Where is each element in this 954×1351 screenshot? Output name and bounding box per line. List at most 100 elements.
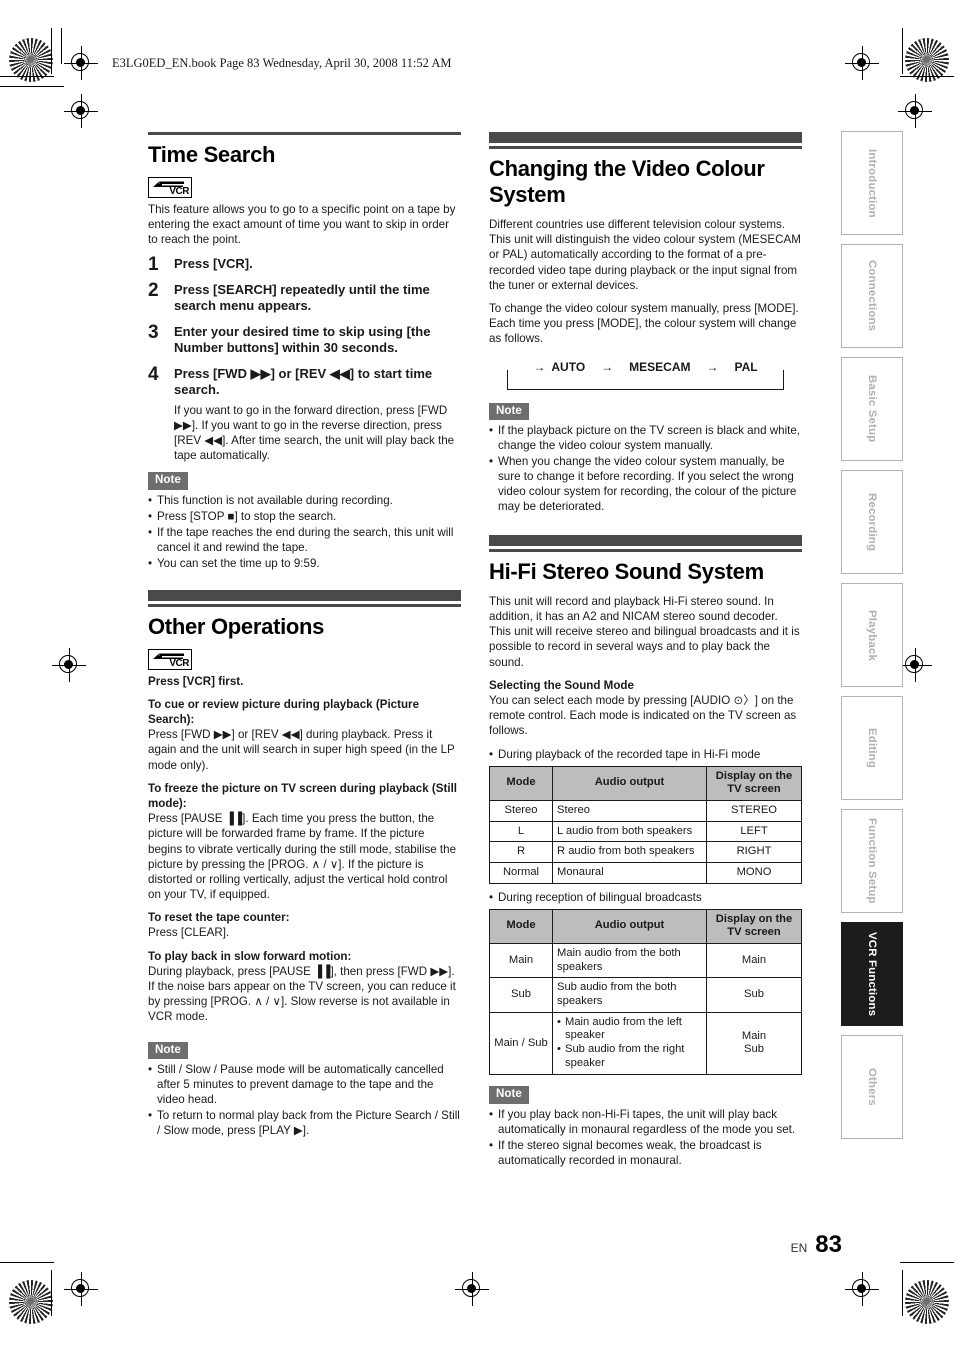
table-row: Main Main audio from the both speakers M… [489,942,802,979]
cell-mode: L [489,820,553,843]
cell-mode: Normal [489,861,553,884]
cell-mode: Main / Sub [489,1011,553,1076]
footer-language: EN [790,1241,808,1255]
step-1-number: 1 [148,254,159,276]
sound-mode-table-hifi: Mode Audio output Display on the TV scre… [489,765,802,884]
crop-mark-right-v [902,1270,903,1316]
cycle-arrow-2: → [706,360,719,375]
left-column: Time Search VCR This feature allows you … [148,132,461,1139]
section-rule [148,132,461,135]
cell-display: Sub [706,977,802,1013]
step-4-detail: If you want to go in the forward directi… [174,403,455,463]
registration-crosshair-top-right [845,46,879,80]
note-list-hifi: If you play back non-Hi-Fi tapes, the un… [489,1107,802,1168]
note-badge-hifi: Note [489,1086,529,1104]
hifi-intro: This unit will record and playback Hi-Fi… [489,594,800,669]
registration-crosshair-mid-right [898,648,932,682]
video-colour-para3: To change the video colour system manual… [489,301,799,315]
note-item: If the tape reaches the end during the s… [148,525,461,555]
cell-display: MONO [706,861,802,884]
th-audio-output: Audio output [552,765,707,801]
op-body-slow-forward: During playback, press [PAUSE ▐▐], then … [148,964,456,1024]
cell-mode: Stereo [489,799,553,822]
section-bar-thin [489,549,802,553]
op-body-picture-search: Press [FWD ▶▶] or [REV ◀◀] during playba… [148,728,455,772]
cell-audio: L audio from both speakers [552,820,707,843]
sidebar-item-connections[interactable]: Connections [841,244,903,348]
registration-halftone-bottom-right [905,1280,949,1324]
note-list-time-search: This function is not available during re… [148,493,461,571]
sidebar-item-function-setup[interactable]: Function Setup [841,809,903,913]
cell-audio-item: Sub audio from the right speaker [557,1043,702,1071]
note-item: If you play back non-Hi-Fi tapes, the un… [489,1107,802,1137]
tab-label: Playback [866,609,878,661]
vcr-icon: VCR [148,176,192,198]
cell-display: RIGHT [706,841,802,863]
note-badge-other-operations: Note [148,1041,188,1060]
sidebar-item-recording[interactable]: Recording [841,470,903,574]
sidebar-item-introduction[interactable]: Introduction [841,131,903,235]
cell-mode: Main [489,942,553,979]
crop-mark-top-right-v [902,28,903,74]
table-row: R R audio from both speakers RIGHT [489,841,802,863]
footer-page-number: 83 [815,1231,842,1258]
table-row: Sub Sub audio from the both speakers Sub [489,977,802,1013]
note-item: You can set the time up to 9:59. [148,556,461,571]
tab-label: Connections [866,260,878,332]
tab-label: Basic Setup [866,375,878,443]
crop-mark-top-left-v [51,28,52,74]
sidebar-item-editing[interactable]: Editing [841,696,903,800]
th-display: Display on the TV screen [706,908,802,944]
sidebar-item-others[interactable]: Others [841,1035,903,1139]
cell-audio-item: Main audio from the left speaker [557,1016,702,1044]
colour-system-cycle-diagram: → AUTO → MESECAM → PAL [489,359,802,390]
table1-caption: During playback of the recorded tape in … [489,747,802,762]
cell-audio: R audio from both speakers [552,841,707,863]
cell-audio: Monaural [552,861,707,884]
vcr-icon-label: VCR [169,185,189,197]
cycle-option-auto: AUTO [551,360,586,375]
cycle-arrow-in: → [533,360,546,375]
step-1-text: Press [VCR]. [174,256,253,272]
note-item: This function is not available during re… [148,493,461,508]
table-header-row: Mode Audio output Display on the TV scre… [489,765,802,801]
table-row: L L audio from both speakers LEFT [489,820,802,843]
op-heading-still-mode: To freeze the picture on TV screen durin… [148,781,458,810]
section-bar-thick [489,535,802,547]
video-colour-para2: This unit will distinguish the video col… [489,233,801,292]
note-badge-video-colour: Note [489,402,529,421]
cycle-arrow-1: → [601,360,614,375]
vcr-icon-other-operations: VCR [148,648,192,670]
page-title-hifi: Hi-Fi Stereo Sound System [489,559,764,585]
press-vcr-first: Press [VCR] first. [148,674,244,688]
crop-mark-bottom-left-v [51,1270,52,1316]
th-mode: Mode [489,908,553,944]
step-4-number: 4 [148,363,159,385]
step-2-text: Press [SEARCH] repeatedly until the time… [174,281,430,314]
cycle-loop-bracket [507,375,784,390]
note-item: To return to normal play back from the P… [148,1108,461,1138]
th-mode: Mode [489,765,553,801]
registration-crosshair-mid-left [52,648,86,682]
time-search-intro: This feature allows you to go to a speci… [148,202,456,246]
registration-crosshair-top-right-lower [898,94,932,128]
step-1: 1 Press [VCR]. [148,254,461,275]
table-row: Main / Sub Main audio from the left spea… [489,1011,802,1076]
sidebar-item-vcr-functions[interactable]: VCR Functions [841,922,903,1026]
registration-crosshair-top-left-lower [64,94,98,128]
hifi-sound-mode-heading: Selecting the Sound Mode [489,678,634,692]
tab-label: Recording [866,492,878,552]
right-column: Changing the Video Colour System Differe… [489,132,802,1169]
sidebar-item-basic-setup[interactable]: Basic Setup [841,357,903,461]
step-4: 4 Press [FWD ▶▶] or [REV ◀◀] to start ti… [148,363,461,464]
registration-crosshair-bottom-right [845,1272,879,1306]
crop-mark-bottom-left-h [0,1262,54,1263]
sidebar-item-playback[interactable]: Playback [841,583,903,687]
page-title-other-operations: Other Operations [148,614,325,640]
cell-display: Main [706,942,802,979]
hifi-sound-mode-body: You can select each mode by pressing [AU… [489,694,797,738]
step-4-text: Press [FWD ▶▶] or [REV ◀◀] to start time… [174,365,433,398]
section-bar-thick [489,132,802,143]
th-audio-output: Audio output [552,908,707,944]
note-item: Still / Slow / Pause mode will be automa… [148,1062,461,1107]
